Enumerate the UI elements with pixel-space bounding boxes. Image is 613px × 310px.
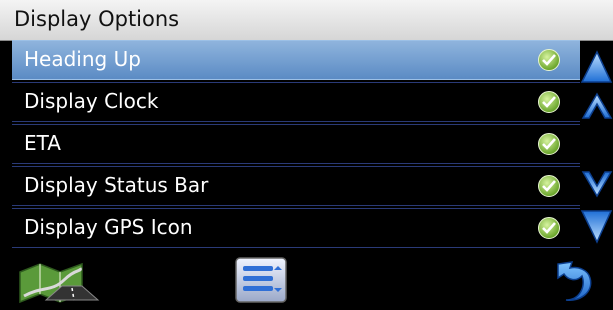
list-menu-icon (235, 257, 287, 303)
checkmark-icon[interactable] (538, 133, 560, 155)
bottom-toolbar (0, 252, 613, 308)
scroll-bottom-icon (580, 210, 613, 244)
menu-list-button[interactable] (232, 256, 294, 304)
option-eta[interactable]: ETA (12, 124, 580, 164)
option-label: Display Status Bar (24, 173, 209, 197)
header-bar: Display Options (0, 0, 613, 41)
option-label: Display GPS Icon (24, 215, 193, 239)
scroll-up-icon (581, 92, 613, 119)
option-label: Heading Up (24, 47, 141, 71)
back-button[interactable] (548, 256, 598, 306)
option-display-clock[interactable]: Display Clock (12, 82, 580, 122)
scroll-up-button[interactable] (580, 88, 613, 124)
option-display-gps-icon[interactable]: Display GPS Icon (12, 208, 580, 248)
scroll-top-icon (580, 50, 613, 83)
options-list: Heading Up Display Clock ETA Display Sta… (12, 40, 580, 250)
option-display-status-bar[interactable]: Display Status Bar (12, 166, 580, 206)
scroll-down-button[interactable] (580, 166, 613, 202)
scroll-bottom-button[interactable] (580, 208, 613, 246)
option-heading-up[interactable]: Heading Up (12, 40, 580, 80)
option-label: Display Clock (24, 89, 159, 113)
checkmark-icon[interactable] (538, 91, 560, 113)
back-arrow-icon (557, 261, 592, 301)
checkmark-icon[interactable] (538, 217, 560, 239)
scroll-down-icon (581, 171, 613, 198)
page-title: Display Options (14, 7, 180, 31)
map-icon (19, 262, 100, 304)
checkmark-icon[interactable] (538, 175, 560, 197)
map-button[interactable] (16, 258, 102, 304)
scroll-controls (580, 40, 613, 250)
option-label: ETA (24, 131, 61, 155)
display-options-screen: Display Options Heading Up Display Clock… (0, 0, 613, 308)
scroll-top-button[interactable] (580, 48, 613, 84)
checkmark-icon[interactable] (538, 49, 560, 71)
